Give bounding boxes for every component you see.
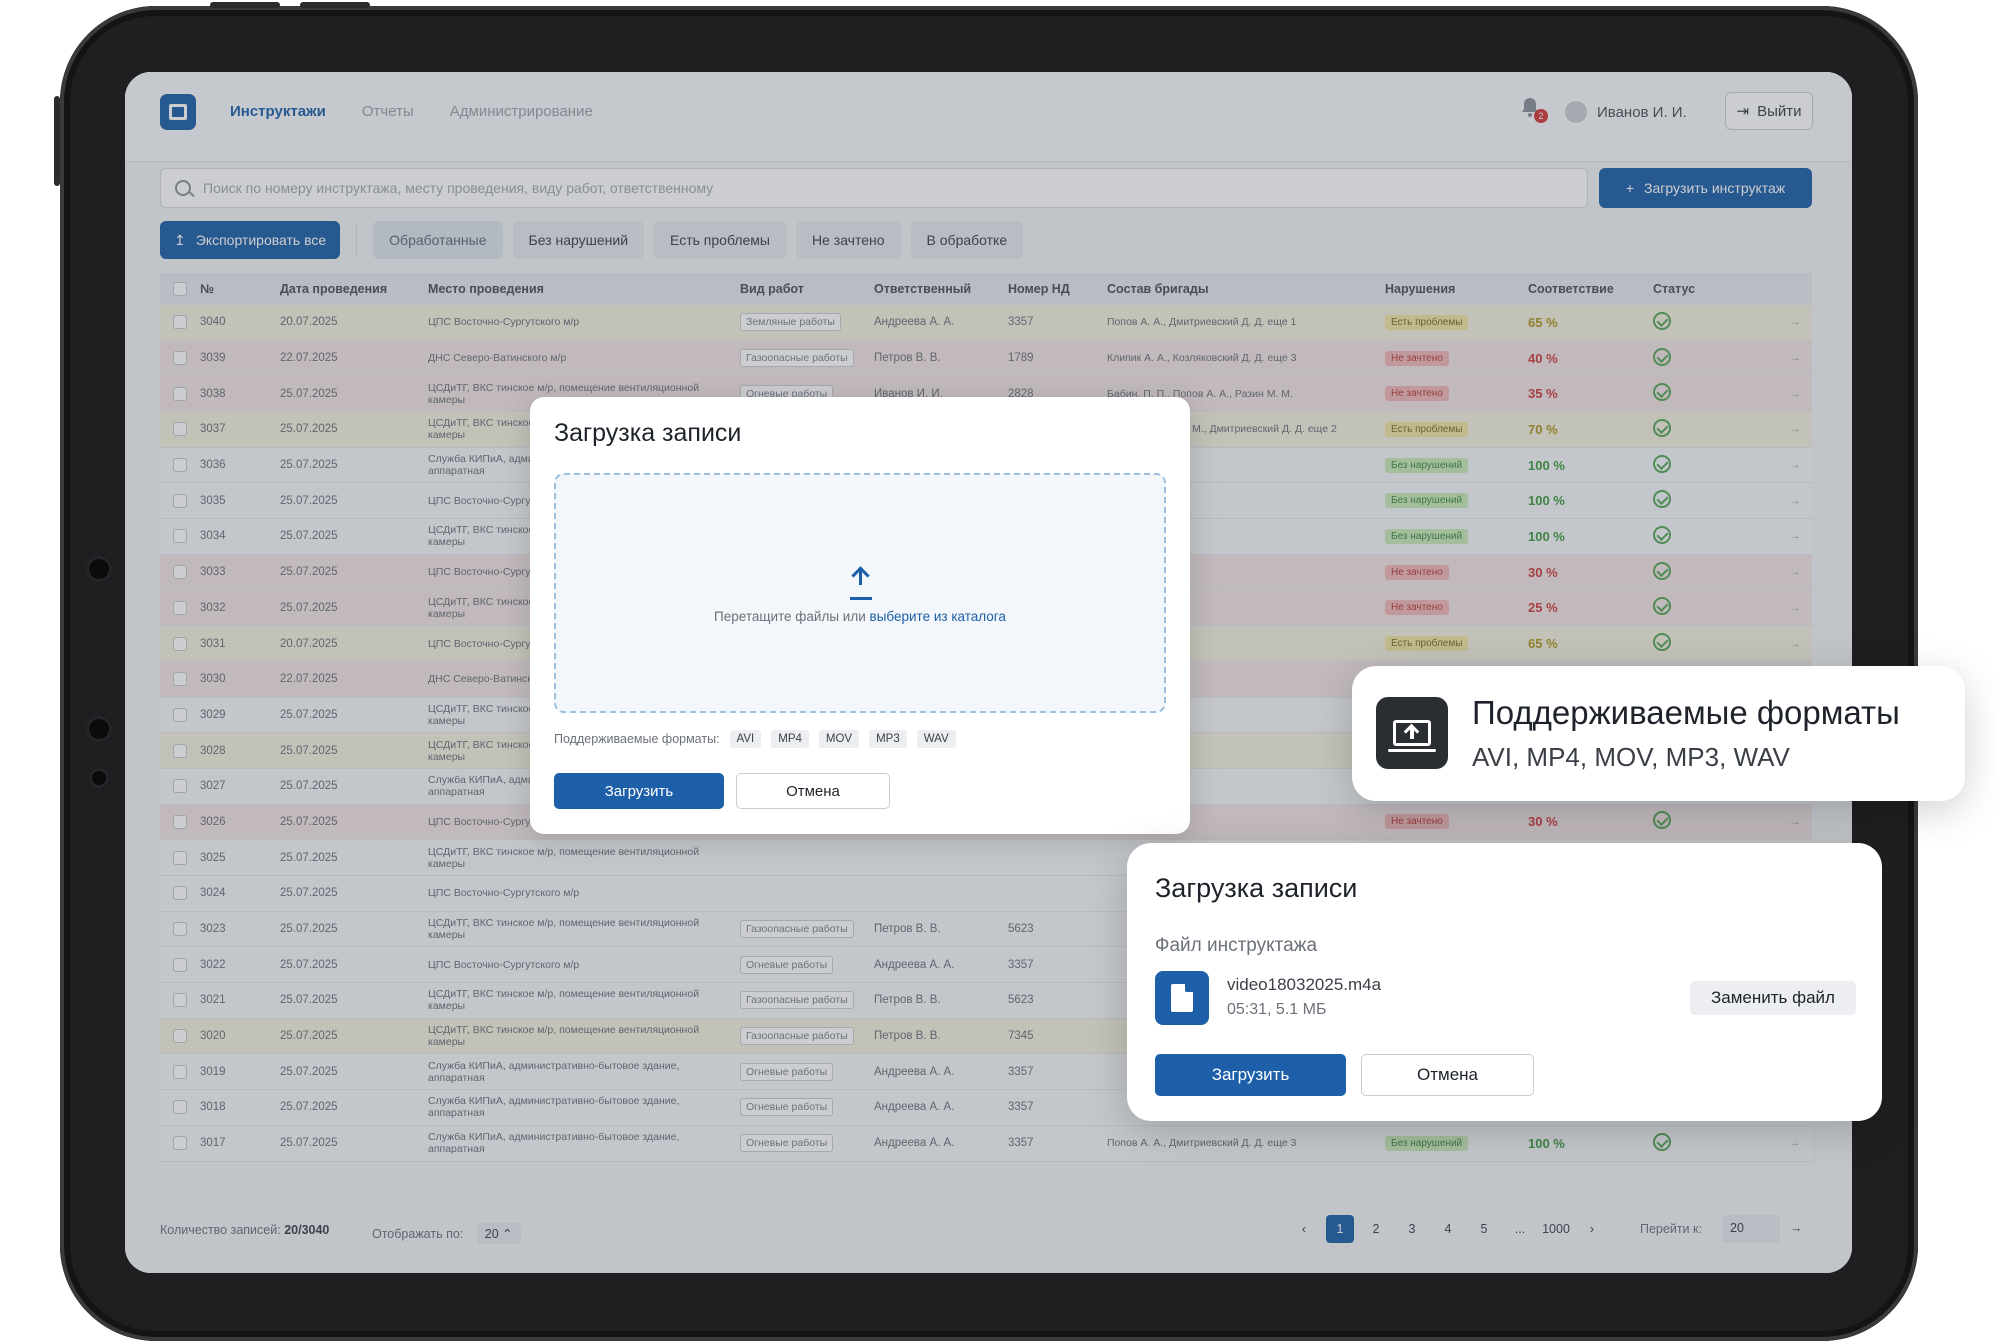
volume-button xyxy=(210,2,280,8)
cancel-button[interactable]: Отмена xyxy=(736,773,890,809)
file-name: video18032025.m4a xyxy=(1227,975,1382,994)
drop-instructions: Перетащите файлы или выберите из каталог… xyxy=(556,609,1164,624)
file-drop-zone[interactable]: Перетащите файлы или выберите из каталог… xyxy=(554,473,1166,713)
drop-text: Перетащите файлы или xyxy=(714,609,866,624)
modal-title: Загрузка записи xyxy=(554,419,742,447)
camera-dot xyxy=(89,768,109,788)
format-tag: MP4 xyxy=(771,730,809,748)
upload-arrow-icon xyxy=(850,567,870,591)
format-tag: MP3 xyxy=(869,730,907,748)
callout-title: Поддерживаемые форматы xyxy=(1472,694,1900,731)
upload-button[interactable]: Загрузить xyxy=(1155,1054,1346,1096)
laptop-upload-icon xyxy=(1376,697,1448,769)
upload-record-modal-file: Загрузка записи Файл инструктажа video18… xyxy=(1127,843,1882,1121)
formats-label: Поддерживаемые форматы: xyxy=(554,732,720,746)
cancel-button[interactable]: Отмена xyxy=(1361,1054,1534,1096)
file-icon xyxy=(1155,971,1209,1025)
formats-callout: Поддерживаемые форматы AVI, MP4, MOV, MP… xyxy=(1352,666,1965,801)
upload-record-modal: Загрузка записи Перетащите файлы или выб… xyxy=(530,397,1190,834)
upload-button[interactable]: Загрузить xyxy=(554,773,724,809)
camera-dot xyxy=(86,716,112,742)
upload-arrow-base xyxy=(850,597,872,600)
supported-formats: Поддерживаемые форматы: AVI MP4 MOV MP3 … xyxy=(554,730,956,748)
file-meta: 05:31, 5.1 МБ xyxy=(1227,1001,1327,1018)
volume-button xyxy=(300,2,370,8)
replace-file-button[interactable]: Заменить файл xyxy=(1690,981,1856,1015)
format-tag: MOV xyxy=(818,730,860,748)
browse-link[interactable]: выберите из каталога xyxy=(870,609,1006,624)
callout-subtitle: AVI, MP4, MOV, MP3, WAV xyxy=(1472,742,1790,772)
camera-dot xyxy=(86,556,112,582)
power-button xyxy=(54,96,60,186)
modal-title: Загрузка записи xyxy=(1155,873,1358,903)
file-label: Файл инструктажа xyxy=(1155,935,1318,956)
format-tag: AVI xyxy=(729,730,762,748)
format-tag: WAV xyxy=(916,730,956,748)
